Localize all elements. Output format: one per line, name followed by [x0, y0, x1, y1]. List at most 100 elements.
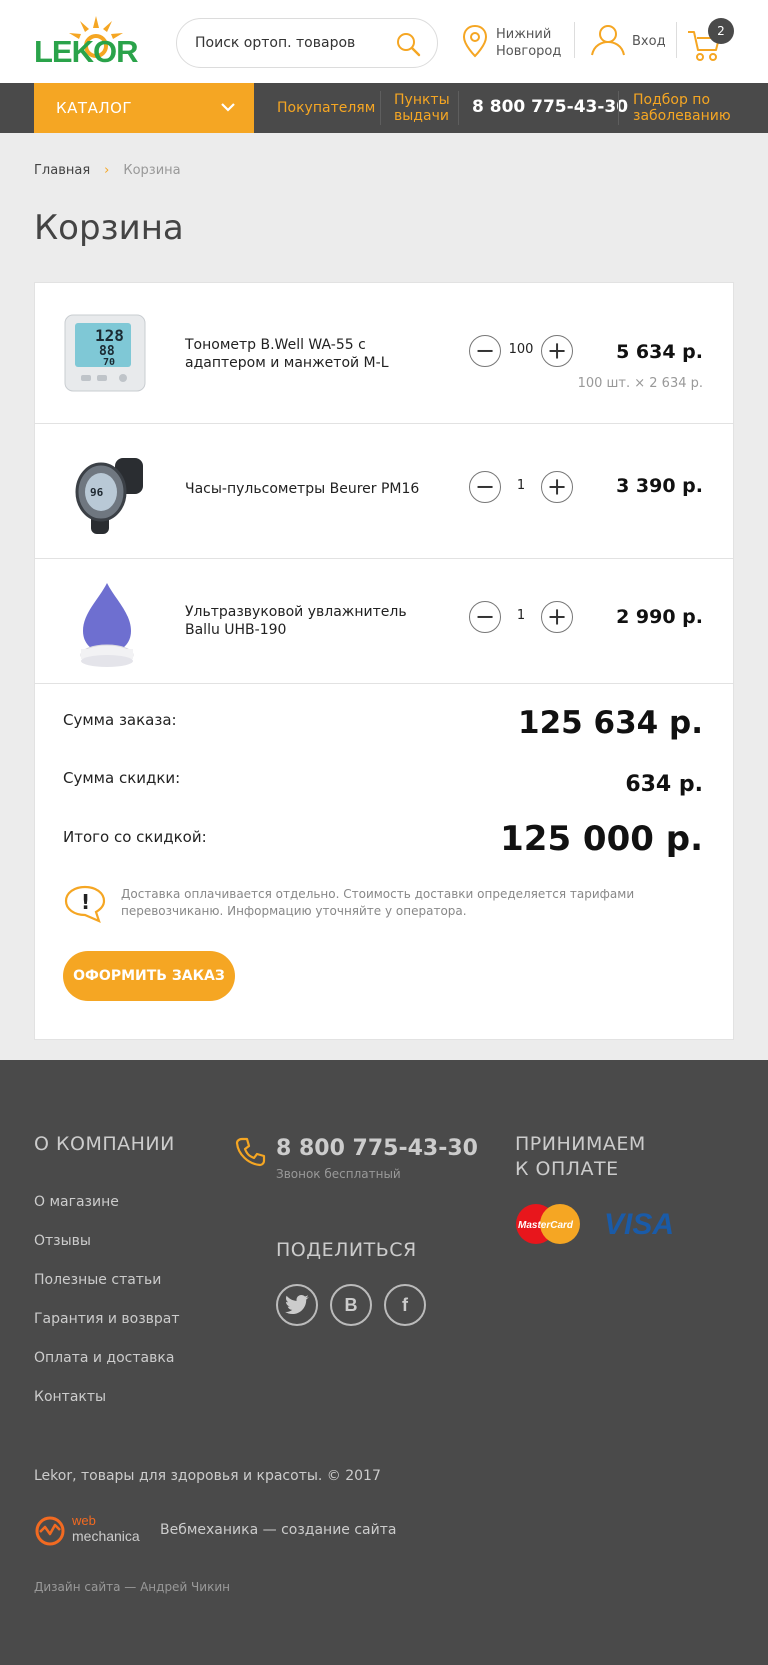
main-nav: КАТАЛОГ Покупателям Пункты выдачи 8 800 … [0, 83, 768, 133]
user-icon [591, 25, 625, 56]
nav-by-disease-line-1: Подбор по [633, 92, 711, 108]
item-price: 2 990 р. [616, 606, 703, 628]
nav-phone[interactable]: 8 800 775-43-30 [472, 97, 628, 117]
svg-text:!: ! [81, 890, 90, 914]
item-unit-price: 100 шт. × 2 634 р. [577, 376, 703, 391]
login-label: Вход [632, 34, 666, 49]
location-pin-icon [462, 24, 488, 58]
webmechanica-mechanica: mechanica [72, 1528, 140, 1544]
product-image-watch[interactable]: 96 [57, 444, 153, 540]
decrease-quantity-button[interactable]: − [469, 471, 501, 503]
facebook-share-button[interactable]: f [384, 1284, 426, 1326]
nav-pickup-line-1: Пункты [394, 92, 450, 108]
minus-icon: − [474, 472, 496, 501]
tonometer-image: 128 88 70 [64, 314, 146, 392]
vk-icon: B [344, 1295, 358, 1315]
login-link[interactable]: Вход [590, 24, 670, 58]
footer-link-articles[interactable]: Полезные статьи [34, 1272, 161, 1288]
item-price: 5 634 р. [616, 341, 703, 363]
twitter-share-button[interactable] [276, 1284, 318, 1326]
payment-heading: ПРИНИМАЕМ К ОПЛАТЕ [515, 1132, 646, 1182]
footer-link-reviews[interactable]: Отзывы [34, 1233, 91, 1249]
search-icon[interactable] [395, 31, 421, 57]
total-label: Итого со скидкой: [63, 828, 207, 846]
mastercard-logo: MasterCard [516, 1204, 580, 1244]
decrease-quantity-button[interactable]: − [469, 601, 501, 633]
design-credit: Дизайн сайта — Андрей Чикин [34, 1580, 230, 1594]
watch-image: 96 [75, 458, 143, 534]
discount-label: Сумма скидки: [63, 769, 181, 787]
nav-pickup-points[interactable]: Пункты выдачи [394, 92, 450, 124]
city-name: Нижний Новгород [496, 26, 561, 60]
quantity-stepper: − 100 + [469, 335, 573, 369]
increase-quantity-button[interactable]: + [541, 601, 573, 633]
breadcrumb: Главная › Корзина [34, 163, 181, 178]
lekor-logo[interactable]: LEKOR [34, 14, 154, 69]
order-sum-label: Сумма заказа: [63, 711, 177, 729]
search-input[interactable] [195, 31, 395, 55]
quantity-value[interactable]: 1 [503, 608, 539, 623]
nav-divider [380, 91, 381, 125]
humidifier-image [80, 583, 134, 667]
checkout-button[interactable]: ОФОРМИТЬ ЗАКАЗ [63, 951, 235, 1001]
footer-link-about[interactable]: О магазине [34, 1194, 119, 1210]
cart-panel: 128 88 70 Тонометр B.Well WA-55 с адапте… [34, 282, 734, 1040]
site-footer: О КОМПАНИИ О магазине Отзывы Полезные ст… [0, 1060, 768, 1665]
catalog-label: КАТАЛОГ [56, 99, 133, 117]
product-name[interactable]: Ультразвуковой увлажнитель Ballu UHB-190 [185, 603, 425, 639]
quantity-value[interactable]: 100 [503, 342, 539, 357]
vk-share-button[interactable]: B [330, 1284, 372, 1326]
cart-item: 128 88 70 Тонометр B.Well WA-55 с адапте… [35, 283, 733, 424]
catalog-button[interactable]: КАТАЛОГ [34, 83, 254, 133]
quantity-stepper: − 1 + [469, 471, 573, 505]
plus-icon: + [546, 336, 568, 365]
twitter-icon [285, 1295, 309, 1314]
logo-wordmark: LEKOR [34, 34, 138, 69]
svg-text:128: 128 [95, 326, 124, 345]
payment-heading-line-2: К ОПЛАТЕ [515, 1158, 619, 1180]
footer-phone[interactable]: 8 800 775-43-30 [276, 1136, 478, 1161]
product-image-humidifier[interactable] [57, 577, 153, 673]
city-selector[interactable]: Нижний Новгород [462, 24, 562, 62]
header-divider [676, 22, 677, 58]
nav-by-disease[interactable]: Подбор по заболеванию [633, 92, 731, 124]
quantity-value[interactable]: 1 [503, 478, 539, 493]
webmechanica-web: web [72, 1513, 96, 1528]
minus-icon: − [474, 336, 496, 365]
nav-buyers[interactable]: Покупателям [277, 100, 375, 116]
webmechanica-icon [35, 1516, 65, 1546]
discount-value: 634 р. [625, 772, 703, 797]
visa-logo: VISA [604, 1208, 675, 1241]
developer-credit[interactable]: Вебмеханика — создание сайта [160, 1522, 396, 1538]
plus-icon: + [546, 602, 568, 631]
nav-by-disease-line-2: заболеванию [633, 108, 731, 124]
delivery-notice: Доставка оплачивается отдельно. Стоимост… [121, 887, 635, 918]
breadcrumb-current: Корзина [123, 163, 181, 178]
increase-quantity-button[interactable]: + [541, 471, 573, 503]
footer-link-contacts[interactable]: Контакты [34, 1389, 106, 1405]
product-image-tonometer[interactable]: 128 88 70 [57, 305, 153, 401]
cart-item: 96 Часы-пульсометры Beurer PM16 − 1 + 3 … [35, 424, 733, 559]
cart-item: Ультразвуковой увлажнитель Ballu UHB-190… [35, 559, 733, 684]
city-line-2: Новгород [496, 44, 562, 59]
quantity-stepper: − 1 + [469, 601, 573, 635]
copyright: Lekor, товары для здоровья и красоты. © … [34, 1468, 381, 1484]
decrease-quantity-button[interactable]: − [469, 335, 501, 367]
svg-text:70: 70 [103, 357, 115, 368]
increase-quantity-button[interactable]: + [541, 335, 573, 367]
footer-link-payment-delivery[interactable]: Оплата и доставка [34, 1350, 174, 1366]
share-heading: ПОДЕЛИТЬСЯ [276, 1239, 417, 1261]
site-header: LEKOR Нижний Новгород Вход 2 [0, 0, 768, 83]
svg-text:96: 96 [90, 486, 104, 499]
city-line-1: Нижний [496, 27, 552, 42]
cart-button[interactable]: 2 [686, 18, 736, 62]
item-price: 3 390 р. [616, 475, 703, 497]
page-title: Корзина [34, 208, 184, 248]
product-name[interactable]: Часы-пульсометры Beurer PM16 [185, 480, 425, 498]
footer-link-warranty[interactable]: Гарантия и возврат [34, 1311, 180, 1327]
warning-speech-bubble-icon: ! [64, 885, 106, 923]
breadcrumb-separator: › [104, 163, 110, 178]
breadcrumb-home[interactable]: Главная [34, 163, 90, 178]
product-name[interactable]: Тонометр B.Well WA-55 с адаптером и манж… [185, 336, 425, 372]
webmechanica-logo[interactable]: web mechanica [34, 1514, 150, 1548]
